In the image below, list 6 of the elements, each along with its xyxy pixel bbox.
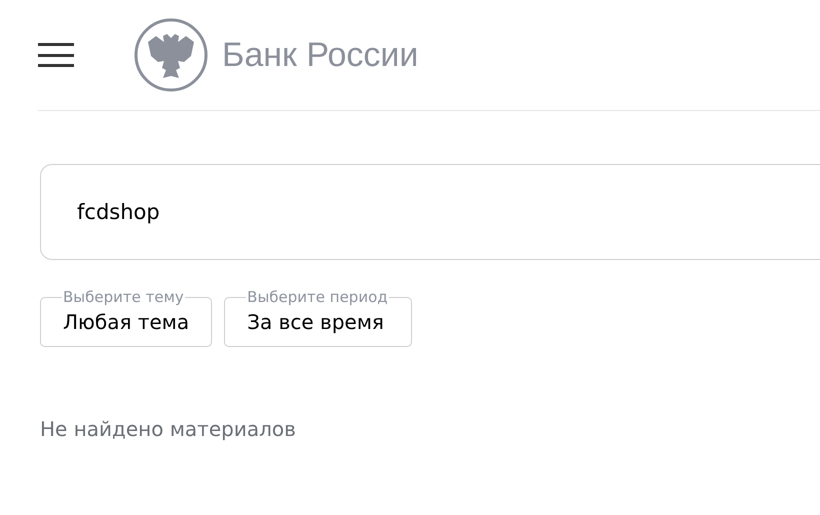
- eagle-emblem-icon[interactable]: [134, 18, 208, 92]
- no-results-message: Не найдено материалов: [40, 417, 297, 441]
- search-field[interactable]: fcdshop: [40, 164, 820, 260]
- filter-select[interactable]: Выберите тему Любая тема: [40, 288, 212, 347]
- menu-icon[interactable]: [38, 43, 74, 67]
- filter-select[interactable]: Выберите период За все время: [224, 288, 412, 347]
